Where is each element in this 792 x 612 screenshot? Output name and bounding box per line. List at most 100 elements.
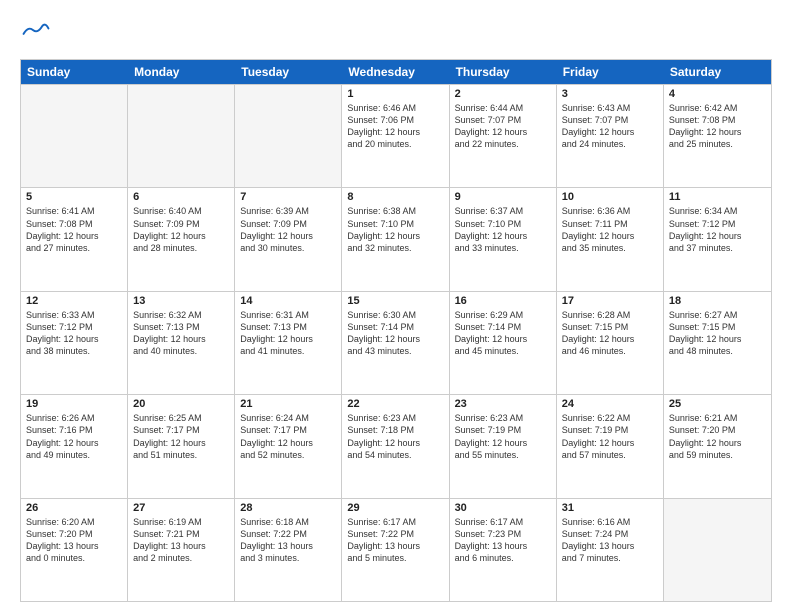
header	[20, 16, 772, 49]
cell-info-text: Sunrise: 6:19 AM Sunset: 7:21 PM Dayligh…	[133, 516, 229, 565]
cal-cell-r2c6: 10 Sunrise: 6:36 AM Sunset: 7:11 PM Dayli…	[557, 188, 664, 290]
cal-cell-r3c5: 16 Sunrise: 6:29 AM Sunset: 7:14 PM Dayli…	[450, 292, 557, 394]
cal-cell-r4c6: 24 Sunrise: 6:22 AM Sunset: 7:19 PM Dayli…	[557, 395, 664, 497]
cal-cell-r5c1: 26 Sunrise: 6:20 AM Sunset: 7:20 PM Dayli…	[21, 499, 128, 601]
cell-day-number: 24	[562, 398, 658, 410]
cal-cell-r5c5: 30Sunrise: 6:17 AM Sunset: 7:23 PM Dayli…	[450, 499, 557, 601]
cell-info-text: Sunrise: 6:22 AM Sunset: 7:19 PM Dayligh…	[562, 412, 658, 461]
cell-info-text: Sunrise: 6:44 AM Sunset: 7:07 PM Dayligh…	[455, 102, 551, 151]
cell-info-text: Sunrise: 6:38 AM Sunset: 7:10 PM Dayligh…	[347, 205, 443, 254]
cell-info-text: Sunrise: 6:28 AM Sunset: 7:15 PM Dayligh…	[562, 309, 658, 358]
cell-info-text: Sunrise: 6:23 AM Sunset: 7:19 PM Dayligh…	[455, 412, 551, 461]
cell-info-text: Sunrise: 6:20 AM Sunset: 7:20 PM Dayligh…	[26, 516, 122, 565]
cell-day-number: 13	[133, 295, 229, 307]
cal-cell-r1c2	[128, 85, 235, 187]
calendar-body: 1Sunrise: 6:46 AM Sunset: 7:06 PM Daylig…	[21, 84, 771, 601]
cell-day-number: 8	[347, 191, 443, 203]
cal-cell-r5c7	[664, 499, 771, 601]
calendar-row-2: 5Sunrise: 6:41 AM Sunset: 7:08 PM Daylig…	[21, 187, 771, 290]
cell-day-number: 10	[562, 191, 658, 203]
cal-cell-r3c3: 14Sunrise: 6:31 AM Sunset: 7:13 PM Dayli…	[235, 292, 342, 394]
cell-day-number: 31	[562, 502, 658, 514]
cal-cell-r2c2: 6 Sunrise: 6:40 AM Sunset: 7:09 PM Daylig…	[128, 188, 235, 290]
cell-day-number: 6	[133, 191, 229, 203]
cal-cell-r5c2: 27 Sunrise: 6:19 AM Sunset: 7:21 PM Dayli…	[128, 499, 235, 601]
weekday-header-monday: Monday	[128, 60, 235, 84]
cal-cell-r3c1: 12 Sunrise: 6:33 AM Sunset: 7:12 PM Dayli…	[21, 292, 128, 394]
weekday-header-tuesday: Tuesday	[235, 60, 342, 84]
cell-info-text: Sunrise: 6:43 AM Sunset: 7:07 PM Dayligh…	[562, 102, 658, 151]
cell-info-text: Sunrise: 6:17 AM Sunset: 7:23 PM Dayligh…	[455, 516, 551, 565]
cal-cell-r1c6: 3Sunrise: 6:43 AM Sunset: 7:07 PM Daylig…	[557, 85, 664, 187]
cell-info-text: Sunrise: 6:24 AM Sunset: 7:17 PM Dayligh…	[240, 412, 336, 461]
cal-cell-r2c1: 5Sunrise: 6:41 AM Sunset: 7:08 PM Daylig…	[21, 188, 128, 290]
calendar-row-1: 1Sunrise: 6:46 AM Sunset: 7:06 PM Daylig…	[21, 84, 771, 187]
cell-day-number: 2	[455, 88, 551, 100]
cell-day-number: 16	[455, 295, 551, 307]
cal-cell-r1c3	[235, 85, 342, 187]
cell-day-number: 11	[669, 191, 766, 203]
logo-wave-icon	[22, 16, 50, 44]
cell-day-number: 23	[455, 398, 551, 410]
cell-day-number: 21	[240, 398, 336, 410]
cell-info-text: Sunrise: 6:30 AM Sunset: 7:14 PM Dayligh…	[347, 309, 443, 358]
cell-info-text: Sunrise: 6:21 AM Sunset: 7:20 PM Dayligh…	[669, 412, 766, 461]
cal-cell-r1c7: 4 Sunrise: 6:42 AM Sunset: 7:08 PM Daylig…	[664, 85, 771, 187]
cell-day-number: 22	[347, 398, 443, 410]
cell-day-number: 17	[562, 295, 658, 307]
cell-day-number: 18	[669, 295, 766, 307]
cell-day-number: 1	[347, 88, 443, 100]
cell-info-text: Sunrise: 6:23 AM Sunset: 7:18 PM Dayligh…	[347, 412, 443, 461]
cal-cell-r1c1	[21, 85, 128, 187]
cell-info-text: Sunrise: 6:29 AM Sunset: 7:14 PM Dayligh…	[455, 309, 551, 358]
cal-cell-r4c1: 19 Sunrise: 6:26 AM Sunset: 7:16 PM Dayli…	[21, 395, 128, 497]
cell-info-text: Sunrise: 6:33 AM Sunset: 7:12 PM Dayligh…	[26, 309, 122, 358]
cell-day-number: 12	[26, 295, 122, 307]
cell-info-text: Sunrise: 6:17 AM Sunset: 7:22 PM Dayligh…	[347, 516, 443, 565]
calendar-row-5: 26 Sunrise: 6:20 AM Sunset: 7:20 PM Dayli…	[21, 498, 771, 601]
cell-info-text: Sunrise: 6:32 AM Sunset: 7:13 PM Dayligh…	[133, 309, 229, 358]
cal-cell-r2c3: 7 Sunrise: 6:39 AM Sunset: 7:09 PM Daylig…	[235, 188, 342, 290]
cell-info-text: Sunrise: 6:31 AM Sunset: 7:13 PM Dayligh…	[240, 309, 336, 358]
calendar-header: SundayMondayTuesdayWednesdayThursdayFrid…	[21, 60, 771, 84]
cell-day-number: 25	[669, 398, 766, 410]
cal-cell-r4c4: 22 Sunrise: 6:23 AM Sunset: 7:18 PM Dayli…	[342, 395, 449, 497]
cell-info-text: Sunrise: 6:26 AM Sunset: 7:16 PM Dayligh…	[26, 412, 122, 461]
cal-cell-r4c2: 20Sunrise: 6:25 AM Sunset: 7:17 PM Dayli…	[128, 395, 235, 497]
cell-day-number: 4	[669, 88, 766, 100]
cell-day-number: 5	[26, 191, 122, 203]
cal-cell-r5c3: 28 Sunrise: 6:18 AM Sunset: 7:22 PM Dayli…	[235, 499, 342, 601]
cell-day-number: 28	[240, 502, 336, 514]
calendar: SundayMondayTuesdayWednesdayThursdayFrid…	[20, 59, 772, 602]
cal-cell-r2c7: 11Sunrise: 6:34 AM Sunset: 7:12 PM Dayli…	[664, 188, 771, 290]
cal-cell-r3c2: 13 Sunrise: 6:32 AM Sunset: 7:13 PM Dayli…	[128, 292, 235, 394]
cal-cell-r4c5: 23 Sunrise: 6:23 AM Sunset: 7:19 PM Dayli…	[450, 395, 557, 497]
cell-info-text: Sunrise: 6:36 AM Sunset: 7:11 PM Dayligh…	[562, 205, 658, 254]
cell-day-number: 26	[26, 502, 122, 514]
cal-cell-r2c5: 9 Sunrise: 6:37 AM Sunset: 7:10 PM Daylig…	[450, 188, 557, 290]
cell-day-number: 9	[455, 191, 551, 203]
cell-info-text: Sunrise: 6:16 AM Sunset: 7:24 PM Dayligh…	[562, 516, 658, 565]
page: SundayMondayTuesdayWednesdayThursdayFrid…	[0, 0, 792, 612]
cell-day-number: 15	[347, 295, 443, 307]
cell-info-text: Sunrise: 6:39 AM Sunset: 7:09 PM Dayligh…	[240, 205, 336, 254]
cell-info-text: Sunrise: 6:42 AM Sunset: 7:08 PM Dayligh…	[669, 102, 766, 151]
cell-day-number: 19	[26, 398, 122, 410]
cal-cell-r1c5: 2 Sunrise: 6:44 AM Sunset: 7:07 PM Daylig…	[450, 85, 557, 187]
cell-info-text: Sunrise: 6:27 AM Sunset: 7:15 PM Dayligh…	[669, 309, 766, 358]
weekday-header-saturday: Saturday	[664, 60, 771, 84]
cell-info-text: Sunrise: 6:37 AM Sunset: 7:10 PM Dayligh…	[455, 205, 551, 254]
cell-day-number: 7	[240, 191, 336, 203]
calendar-row-4: 19 Sunrise: 6:26 AM Sunset: 7:16 PM Dayli…	[21, 394, 771, 497]
cal-cell-r3c6: 17 Sunrise: 6:28 AM Sunset: 7:15 PM Dayli…	[557, 292, 664, 394]
cal-cell-r1c4: 1Sunrise: 6:46 AM Sunset: 7:06 PM Daylig…	[342, 85, 449, 187]
cal-cell-r5c4: 29Sunrise: 6:17 AM Sunset: 7:22 PM Dayli…	[342, 499, 449, 601]
cell-day-number: 27	[133, 502, 229, 514]
cal-cell-r4c3: 21 Sunrise: 6:24 AM Sunset: 7:17 PM Dayli…	[235, 395, 342, 497]
cal-cell-r5c6: 31 Sunrise: 6:16 AM Sunset: 7:24 PM Dayli…	[557, 499, 664, 601]
weekday-header-friday: Friday	[557, 60, 664, 84]
cell-info-text: Sunrise: 6:18 AM Sunset: 7:22 PM Dayligh…	[240, 516, 336, 565]
cell-info-text: Sunrise: 6:40 AM Sunset: 7:09 PM Dayligh…	[133, 205, 229, 254]
weekday-header-wednesday: Wednesday	[342, 60, 449, 84]
calendar-row-3: 12 Sunrise: 6:33 AM Sunset: 7:12 PM Dayli…	[21, 291, 771, 394]
